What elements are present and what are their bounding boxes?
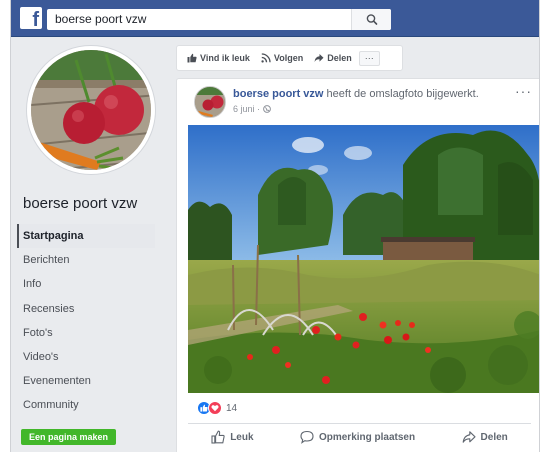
thumbs-up-icon xyxy=(211,430,225,444)
globe-icon xyxy=(262,105,271,113)
follow-label: Volgen xyxy=(273,53,304,63)
avatar-image xyxy=(195,87,225,117)
post-author-link[interactable]: boerse poort vzw xyxy=(233,88,323,100)
page-action-bar: Vind ik leuk Volgen Delen ··· xyxy=(176,45,403,71)
rss-icon xyxy=(261,53,271,63)
nav-item-community[interactable]: Community xyxy=(17,393,155,417)
profile-photo-image xyxy=(31,50,151,170)
share-arrow-icon xyxy=(462,431,476,443)
share-page-button[interactable]: Delen xyxy=(310,48,356,68)
like-page-label: Vind ik leuk xyxy=(200,53,250,63)
left-nav: Startpagina Berichten Info Recensies Fot… xyxy=(17,224,155,418)
window: f boerse poort vzw boerse poort vzw Star… xyxy=(0,0,545,452)
post-author-avatar[interactable] xyxy=(194,86,226,118)
post-date-text: 6 juni · xyxy=(233,104,261,114)
share-page-label: Delen xyxy=(327,53,352,63)
follow-button[interactable]: Volgen xyxy=(257,48,307,68)
page-profile-picture[interactable] xyxy=(27,46,155,174)
post-header: boerse poort vzw heeft de omslagfoto bij… xyxy=(233,88,479,100)
post-action-bar: Leuk Opmerking plaatsen Delen xyxy=(188,430,531,444)
facebook-page: f boerse poort vzw boerse poort vzw Star… xyxy=(10,0,540,452)
logo-letter: f xyxy=(32,9,39,29)
like-page-button[interactable]: Vind ik leuk xyxy=(183,48,254,68)
post-timestamp[interactable]: 6 juni · xyxy=(233,104,271,114)
search-input[interactable]: boerse poort vzw xyxy=(47,9,391,30)
post-comment-button[interactable]: Opmerking plaatsen xyxy=(300,430,415,444)
facebook-logo-icon[interactable]: f xyxy=(20,7,42,29)
share-arrow-icon xyxy=(314,54,324,62)
post-like-label: Leuk xyxy=(230,431,254,443)
cover-photo-image[interactable] xyxy=(188,125,539,393)
search-button[interactable] xyxy=(351,9,391,30)
nav-item-videos[interactable]: Video's xyxy=(17,345,155,369)
post-share-button[interactable]: Delen xyxy=(462,430,508,444)
post-comment-label: Opmerking plaatsen xyxy=(318,431,416,443)
search-icon xyxy=(366,14,378,25)
reaction-summary[interactable]: 14 xyxy=(197,401,237,415)
nav-item-startpagina[interactable]: Startpagina xyxy=(17,224,155,249)
thumbs-up-icon xyxy=(187,53,197,63)
comment-icon xyxy=(300,430,314,444)
more-options-button[interactable]: ··· xyxy=(358,50,380,66)
cover-photo-post: boerse poort vzw heeft de omslagfoto bij… xyxy=(176,78,539,452)
nav-item-info[interactable]: Info xyxy=(17,272,155,296)
page-title: boerse poort vzw xyxy=(23,195,138,212)
post-action-text: heeft de omslagfoto bijgewerkt. xyxy=(326,88,479,100)
garden-photo xyxy=(188,125,539,393)
heart-icon xyxy=(208,401,222,415)
nav-item-berichten[interactable]: Berichten xyxy=(17,248,155,272)
post-like-button[interactable]: Leuk xyxy=(211,430,254,444)
nav-item-recensies[interactable]: Recensies xyxy=(17,297,155,321)
post-options-menu[interactable]: ··· xyxy=(515,83,532,99)
post-divider xyxy=(188,423,531,424)
reaction-count: 14 xyxy=(226,402,238,414)
create-page-button[interactable]: Een pagina maken xyxy=(21,429,116,445)
post-share-label: Delen xyxy=(480,431,508,443)
search-value: boerse poort vzw xyxy=(55,12,147,26)
nav-item-fotos[interactable]: Foto's xyxy=(17,321,155,345)
nav-item-evenementen[interactable]: Evenementen xyxy=(17,369,155,393)
top-bar: f boerse poort vzw xyxy=(11,0,539,37)
